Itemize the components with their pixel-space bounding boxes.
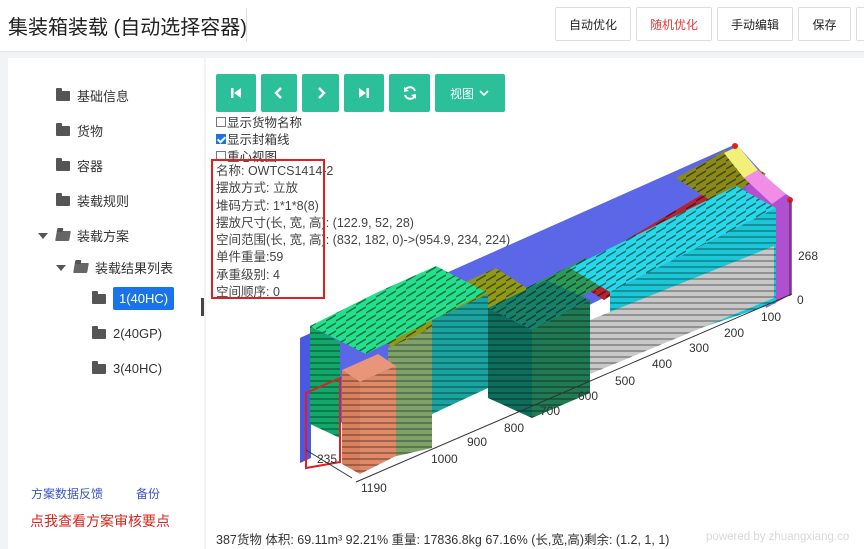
divider — [246, 8, 247, 42]
review-points-link[interactable]: 点我查看方案审核要点 — [30, 511, 170, 531]
result-item-1[interactable]: 1(40HC) — [92, 287, 175, 310]
sidebar-item-label: 基础信息 — [77, 89, 130, 104]
result-item-3[interactable]: 3(40HC) — [92, 360, 163, 376]
axis-tick-label: 400 — [652, 357, 672, 371]
folder-icon — [56, 192, 70, 206]
panel-splitter[interactable] — [201, 298, 204, 316]
axis-tick-label: 235 — [317, 452, 337, 466]
folder-icon — [92, 290, 106, 304]
powered-by-watermark: powered by zhuangxiang.co — [706, 531, 850, 543]
caret-down-icon[interactable] — [38, 232, 48, 239]
previous-step-button[interactable] — [261, 74, 297, 112]
chevron-down-icon — [479, 90, 489, 97]
chevron-left-icon — [274, 87, 282, 99]
next-step-button[interactable] — [302, 74, 339, 112]
axis-tick-label: 0 — [797, 293, 804, 307]
cargo-pattern — [342, 370, 360, 474]
sidebar-item-label: 容器 — [77, 159, 104, 174]
result-label: 3(40HC) — [113, 361, 163, 376]
save-button[interactable]: 保存 — [798, 7, 851, 41]
caret-down-icon[interactable] — [56, 264, 66, 271]
feedback-link[interactable]: 方案数据反馈 — [31, 485, 103, 502]
more-button[interactable] — [856, 7, 864, 41]
sidebar-item-label: 货物 — [77, 124, 104, 139]
top-bar: 集装箱装载 (自动选择容器) 自动优化 随机优化 手动编辑 保存 — [0, 0, 864, 52]
checkbox-box[interactable] — [216, 116, 226, 127]
sidebar-item-label: 装载方案 — [77, 229, 130, 244]
summary-status: 387货物 体积: 69.11m³ 92.21% 重量: 17836.8kg 6… — [216, 533, 670, 547]
refresh-icon — [403, 86, 416, 100]
skip-first-icon — [231, 88, 241, 98]
folder-icon — [92, 360, 106, 374]
view-button-label: 视图 — [449, 86, 474, 101]
manual-edit-button[interactable]: 手动编辑 — [717, 7, 793, 41]
axis-tick-label: 300 — [689, 341, 709, 355]
sidebar-item-containers[interactable]: 容器 — [56, 156, 103, 175]
result-label: 1(40HC) — [113, 287, 175, 310]
sidebar-item-goods[interactable]: 货物 — [56, 121, 103, 140]
checkbox-box[interactable] — [216, 133, 226, 144]
axis-tick-label: 800 — [504, 421, 524, 435]
folder-icon — [56, 122, 70, 136]
chevron-right-icon — [317, 87, 326, 99]
result-item-2[interactable]: 2(40GP) — [92, 325, 163, 341]
skip-last-icon — [359, 88, 369, 98]
axis-tick-label: 700 — [540, 404, 560, 418]
axis-tick-label: 268 — [798, 249, 818, 263]
axis-tick-label: 600 — [578, 389, 598, 403]
refresh-button[interactable] — [389, 74, 430, 112]
sidebar-item-basic-info[interactable]: 基础信息 — [56, 86, 129, 105]
sidebar-item-label: 装载结果列表 — [95, 261, 174, 276]
app-title: 集装箱装载 (自动选择容器) — [8, 17, 247, 39]
first-step-button[interactable] — [216, 74, 256, 112]
auto-optimize-button[interactable]: 自动优化 — [555, 7, 631, 41]
axis-tick-label: 1000 — [431, 452, 458, 466]
sidebar-item-label: 装载规则 — [77, 194, 130, 209]
folder-icon — [56, 157, 70, 171]
random-optimize-button[interactable]: 随机优化 — [636, 7, 712, 41]
axis-tick-label: 200 — [724, 326, 744, 340]
folder-open-icon — [55, 230, 71, 241]
folder-icon — [92, 325, 106, 339]
info-highlight-frame — [211, 159, 325, 299]
result-label: 2(40GP) — [113, 326, 163, 341]
cargo-pattern — [360, 366, 396, 474]
cargo-pattern — [310, 326, 340, 438]
axis-tick-label: 500 — [615, 374, 635, 388]
axis-tick-label: 100 — [761, 310, 781, 324]
sidebar-item-results-list[interactable]: 装载结果列表 — [56, 258, 173, 277]
view-dropdown-button[interactable]: 视图 — [435, 74, 505, 112]
backup-link[interactable]: 备份 — [136, 485, 160, 502]
sidebar-item-loading-rules[interactable]: 装载规则 — [56, 191, 129, 210]
sidebar-item-loading-plan[interactable]: 装载方案 — [38, 226, 129, 245]
last-step-button[interactable] — [344, 74, 384, 112]
seal-marker — [732, 143, 738, 149]
axis-tick-label: 900 — [467, 435, 487, 449]
axis-tick-label: 1190 — [361, 481, 387, 495]
folder-open-icon — [73, 262, 89, 273]
folder-icon — [56, 87, 70, 101]
